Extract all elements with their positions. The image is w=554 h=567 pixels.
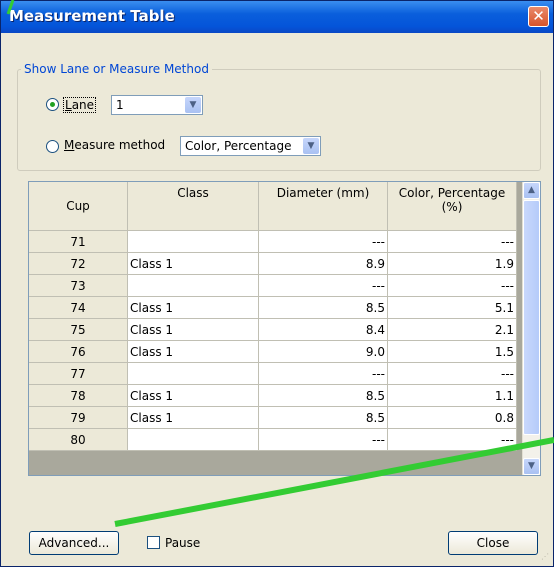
close-icon[interactable]: ✕ (528, 6, 549, 27)
advanced-button-label: Advanced... (38, 536, 110, 550)
cup-cell[interactable]: 78 (29, 384, 128, 407)
table-row[interactable]: 79 Class 1 8.5 0.8 (29, 406, 517, 429)
table-row[interactable]: 75 Class 1 8.4 2.1 (29, 318, 517, 341)
color-percentage-cell[interactable]: 5.1 (387, 296, 517, 319)
diameter-cell[interactable]: 8.5 (258, 384, 388, 407)
close-button-label: Close (476, 536, 510, 550)
method-group-label: Show Lane or Measure Method (21, 62, 212, 76)
chevron-up-icon[interactable]: ▲ (523, 182, 540, 199)
diameter-cell[interactable]: 8.4 (258, 318, 388, 341)
color-percentage-cell[interactable]: 2.1 (387, 318, 517, 341)
class-cell[interactable]: Class 1 (127, 340, 259, 363)
class-cell[interactable]: Class 1 (127, 318, 259, 341)
cup-cell[interactable]: 71 (29, 230, 128, 253)
measure-method-radio[interactable] (46, 140, 59, 153)
measurement-table-window: Measurement Table ✕ Show Lane or Measure… (0, 0, 554, 567)
table-row[interactable]: 72 Class 1 8.9 1.9 (29, 252, 517, 275)
chevron-down-icon[interactable]: ▼ (523, 458, 540, 475)
color-percentage-cell[interactable]: 1.1 (387, 384, 517, 407)
color-percentage-cell[interactable]: 1.5 (387, 340, 517, 363)
class-cell[interactable] (127, 428, 259, 451)
class-cell[interactable] (127, 362, 259, 385)
pause-checkbox[interactable] (147, 536, 160, 549)
close-button[interactable]: Close (448, 531, 538, 555)
diameter-cell[interactable]: 8.5 (258, 296, 388, 319)
diameter-cell[interactable]: 8.5 (258, 406, 388, 429)
cup-cell[interactable]: 76 (29, 340, 128, 363)
color-percentage-cell[interactable]: --- (387, 230, 517, 253)
color-percentage-cell[interactable]: --- (387, 428, 517, 451)
resize-grip-icon[interactable]: ⋰ (541, 553, 551, 564)
class-cell[interactable] (127, 274, 259, 297)
cup-cell[interactable]: 73 (29, 274, 128, 297)
table-row[interactable]: 77 --- --- (29, 362, 517, 385)
chevron-down-icon[interactable]: ▼ (185, 97, 201, 113)
table-header-row: Cup Class Diameter (mm) Color, Percentag… (29, 182, 517, 231)
diameter-cell[interactable]: --- (258, 362, 388, 385)
class-cell[interactable]: Class 1 (127, 406, 259, 429)
cup-cell[interactable]: 80 (29, 428, 128, 451)
diameter-cell[interactable]: --- (258, 230, 388, 253)
column-header-diameter[interactable]: Diameter (mm) (258, 182, 388, 231)
cup-cell[interactable]: 72 (29, 252, 128, 275)
table-row[interactable]: 73 --- --- (29, 274, 517, 297)
diameter-cell[interactable]: --- (258, 274, 388, 297)
table-row[interactable]: 71 --- --- (29, 230, 517, 253)
diameter-cell[interactable]: --- (258, 428, 388, 451)
cup-cell[interactable]: 79 (29, 406, 128, 429)
class-cell[interactable]: Class 1 (127, 296, 259, 319)
vertical-scrollbar[interactable]: ▲ ▼ (522, 182, 540, 475)
lane-radio[interactable] (46, 98, 59, 111)
column-header-class[interactable]: Class (127, 182, 259, 231)
class-cell[interactable]: Class 1 (127, 252, 259, 275)
table-body: 71 --- --- 72 Class 1 8.9 1.9 73 --- --- 74 Class 1… (29, 230, 517, 451)
diameter-cell[interactable]: 8.9 (258, 252, 388, 275)
chevron-down-icon[interactable]: ▼ (303, 138, 319, 154)
lane-select-value: 1 (116, 98, 124, 112)
lane-select[interactable]: 1 ▼ (111, 95, 203, 115)
pause-checkbox-label[interactable]: Pause (165, 536, 200, 550)
title-bar[interactable]: Measurement Table ✕ (1, 1, 553, 33)
cup-cell[interactable]: 74 (29, 296, 128, 319)
measure-method-select[interactable]: Color, Percentage ▼ (180, 136, 321, 156)
class-cell[interactable] (127, 230, 259, 253)
lane-radio-label[interactable]: Lane (63, 97, 97, 113)
scrollbar-thumb[interactable] (523, 200, 540, 435)
diameter-cell[interactable]: 9.0 (258, 340, 388, 363)
cup-cell[interactable]: 77 (29, 362, 128, 385)
color-percentage-cell[interactable]: 0.8 (387, 406, 517, 429)
table-row[interactable]: 78 Class 1 8.5 1.1 (29, 384, 517, 407)
radio-selected-dot (50, 102, 55, 107)
column-header-cup[interactable]: Cup (29, 182, 128, 231)
measure-method-label[interactable]: Measure method (64, 138, 165, 152)
measurement-grid[interactable]: Cup Class Diameter (mm) Color, Percentag… (28, 181, 541, 476)
color-percentage-cell[interactable]: --- (387, 274, 517, 297)
measure-method-value: Color, Percentage (185, 139, 292, 153)
cup-cell[interactable]: 75 (29, 318, 128, 341)
color-percentage-cell[interactable]: --- (387, 362, 517, 385)
table-row[interactable]: 74 Class 1 8.5 5.1 (29, 296, 517, 319)
advanced-button[interactable]: Advanced... (29, 531, 119, 555)
measurement-table: Cup Class Diameter (mm) Color, Percentag… (29, 182, 517, 451)
column-header-color-percentage[interactable]: Color, Percentage (%) (387, 182, 517, 231)
table-row[interactable]: 80 --- --- (29, 428, 517, 451)
table-row[interactable]: 76 Class 1 9.0 1.5 (29, 340, 517, 363)
class-cell[interactable]: Class 1 (127, 384, 259, 407)
lane-label-rest: ane (71, 98, 95, 112)
window-title: Measurement Table (9, 7, 175, 25)
color-percentage-cell[interactable]: 1.9 (387, 252, 517, 275)
